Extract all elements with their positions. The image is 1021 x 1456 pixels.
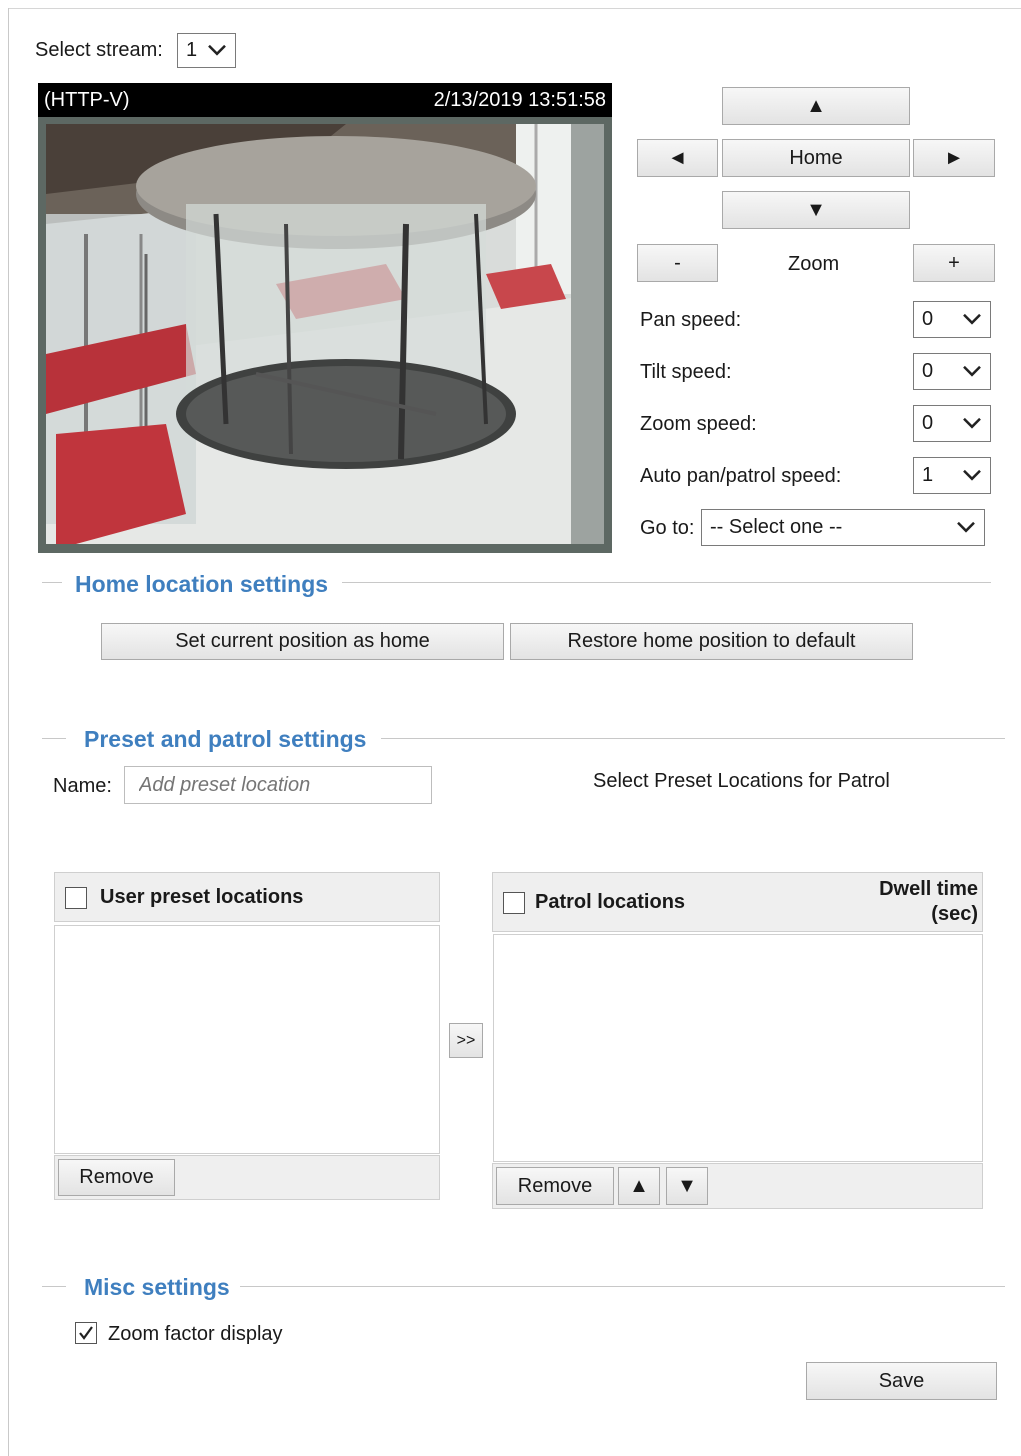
set-home-button[interactable]: Set current position as home — [101, 623, 504, 660]
chevron-down-icon — [957, 521, 975, 533]
restore-home-button[interactable]: Restore home position to default — [510, 623, 913, 660]
patrol-caption: Select Preset Locations for Patrol — [593, 770, 890, 792]
page-top-border — [8, 8, 1021, 9]
section-divider — [240, 1286, 1005, 1287]
user-presets-list[interactable] — [54, 925, 440, 1154]
zoom-speed-value: 0 — [922, 412, 934, 434]
arrow-up-icon: ▲ — [806, 94, 826, 117]
page-left-border — [8, 8, 9, 1456]
stream-select-value: 1 — [186, 39, 198, 61]
preset-name-label: Name: — [53, 775, 112, 797]
save-button[interactable]: Save — [806, 1362, 997, 1400]
chevron-down-icon — [963, 417, 981, 429]
remove-patrol-label: Remove — [517, 1174, 593, 1197]
checkmark-icon — [79, 1326, 93, 1340]
pan-speed-value: 0 — [922, 308, 934, 330]
user-presets-title: User preset locations — [100, 886, 304, 908]
zoom-speed-select[interactable]: 0 — [913, 405, 991, 442]
home-settings-title: Home location settings — [75, 571, 329, 597]
arrow-up-icon: ▲ — [629, 1174, 649, 1197]
pan-left-button[interactable]: ◄ — [637, 139, 718, 177]
pan-right-button[interactable]: ► — [913, 139, 995, 177]
video-viewport[interactable] — [38, 117, 612, 553]
preset-name-input[interactable] — [124, 766, 432, 804]
auto-pan-speed-value: 1 — [922, 464, 934, 486]
tilt-up-button[interactable]: ▲ — [722, 87, 910, 125]
goto-label: Go to: — [640, 517, 695, 539]
remove-patrol-button[interactable]: Remove — [496, 1167, 614, 1205]
chevron-down-icon — [963, 469, 981, 481]
video-timestamp: 2/13/2019 13:51:58 — [433, 88, 606, 111]
chevron-down-icon — [963, 313, 981, 325]
preset-settings-title: Preset and patrol settings — [84, 726, 367, 752]
dwell-time-unit: (sec) — [931, 903, 978, 925]
zoom-factor-checkbox[interactable] — [75, 1322, 97, 1344]
chevron-down-icon — [208, 44, 226, 56]
pan-speed-select[interactable]: 0 — [913, 301, 991, 338]
section-divider — [42, 738, 66, 739]
zoom-speed-label: Zoom speed: — [640, 413, 757, 435]
patrol-header: Patrol locations Dwell time (sec) — [492, 872, 983, 932]
restore-home-label: Restore home position to default — [567, 630, 856, 652]
auto-pan-speed-label: Auto pan/patrol speed: — [640, 465, 842, 487]
save-label: Save — [878, 1369, 925, 1392]
set-home-label: Set current position as home — [175, 630, 430, 652]
tilt-speed-select[interactable]: 0 — [913, 353, 991, 390]
zoom-factor-label: Zoom factor display — [108, 1323, 283, 1345]
plus-icon: + — [948, 251, 960, 274]
zoom-label: Zoom — [788, 253, 840, 275]
home-button[interactable]: Home — [722, 139, 910, 177]
misc-settings-title: Misc settings — [84, 1274, 230, 1300]
video-protocol: (HTTP-V) — [44, 88, 130, 111]
chevron-down-icon — [963, 365, 981, 377]
user-presets-header: User preset locations — [54, 872, 440, 922]
minus-icon: - — [674, 251, 681, 274]
camera-image — [46, 124, 604, 544]
goto-value: -- Select one -- — [710, 516, 843, 538]
dwell-time-header: Dwell time — [879, 878, 978, 900]
add-to-patrol-button[interactable]: >> — [449, 1023, 483, 1058]
move-down-button[interactable]: ▼ — [666, 1167, 708, 1205]
zoom-in-button[interactable]: + — [913, 244, 995, 282]
zoom-out-button[interactable]: - — [637, 244, 718, 282]
auto-pan-speed-select[interactable]: 1 — [913, 457, 991, 494]
patrol-title: Patrol locations — [535, 891, 686, 913]
remove-preset-label: Remove — [79, 1166, 154, 1188]
tilt-speed-value: 0 — [922, 360, 934, 382]
arrow-down-icon: ▼ — [806, 198, 826, 221]
move-up-button[interactable]: ▲ — [618, 1167, 660, 1205]
section-divider — [342, 582, 991, 583]
arrow-down-icon: ▼ — [677, 1174, 697, 1197]
section-divider — [42, 1286, 66, 1287]
tilt-speed-label: Tilt speed: — [640, 361, 732, 383]
stream-select[interactable]: 1 — [177, 33, 236, 68]
remove-preset-button[interactable]: Remove — [58, 1159, 175, 1196]
arrow-left-icon: ◄ — [667, 146, 688, 169]
stream-label: Select stream: — [35, 39, 163, 61]
section-divider — [42, 582, 62, 583]
tilt-down-button[interactable]: ▼ — [722, 191, 910, 229]
select-all-patrol-checkbox[interactable] — [503, 892, 525, 914]
arrow-right-icon: ► — [944, 146, 964, 169]
double-arrow-right-icon: >> — [456, 1031, 476, 1049]
home-label: Home — [789, 146, 843, 169]
video-header: (HTTP-V) 2/13/2019 13:51:58 — [38, 83, 612, 117]
select-all-presets-checkbox[interactable] — [65, 887, 87, 909]
pan-speed-label: Pan speed: — [640, 309, 742, 331]
patrol-list[interactable] — [493, 934, 983, 1162]
goto-select[interactable]: -- Select one -- — [701, 509, 985, 546]
section-divider — [381, 738, 1005, 739]
